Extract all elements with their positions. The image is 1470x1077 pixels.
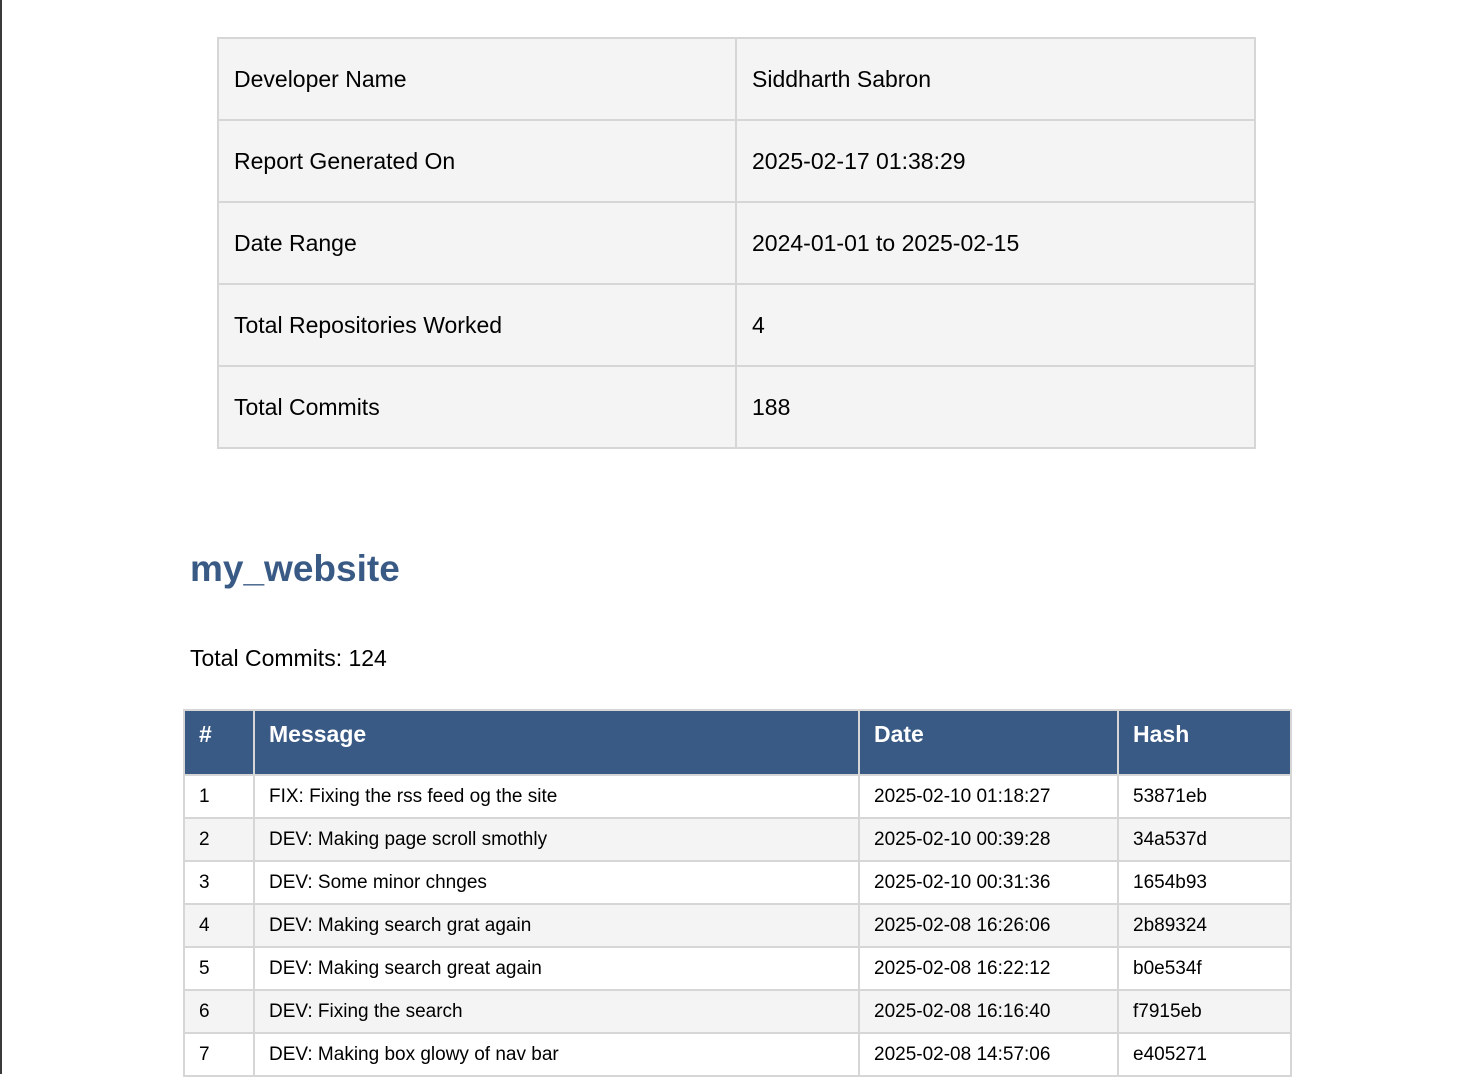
commit-hash: e405271 <box>1117 1032 1292 1077</box>
table-row: 5 DEV: Making search great again 2025-02… <box>183 946 1292 991</box>
commit-date: 2025-02-08 16:16:40 <box>858 989 1119 1034</box>
summary-value: Siddharth Sabron <box>735 37 1256 121</box>
commit-number: 2 <box>183 817 255 862</box>
column-header-message: Message <box>253 709 860 776</box>
summary-row-repositories: Total Repositories Worked 4 <box>217 283 1256 367</box>
commit-hash: 2b89324 <box>1117 903 1292 948</box>
commit-number: 5 <box>183 946 255 991</box>
summary-row-date-range: Date Range 2024-01-01 to 2025-02-15 <box>217 201 1256 285</box>
commit-hash: 34a537d <box>1117 817 1292 862</box>
column-header-number: # <box>183 709 255 776</box>
commit-hash: f7915eb <box>1117 989 1292 1034</box>
summary-row-developer: Developer Name Siddharth Sabron <box>217 37 1256 121</box>
repository-total-commits: Total Commits: 124 <box>190 645 387 671</box>
commit-message: DEV: Fixing the search <box>253 989 860 1034</box>
commit-number: 7 <box>183 1032 255 1077</box>
table-row: 3 DEV: Some minor chnges 2025-02-10 00:3… <box>183 860 1292 905</box>
commit-number: 1 <box>183 774 255 819</box>
summary-label: Developer Name <box>217 37 737 121</box>
summary-value: 2024-01-01 to 2025-02-15 <box>735 201 1256 285</box>
table-row: 2 DEV: Making page scroll smothly 2025-0… <box>183 817 1292 862</box>
repository-title: my_website <box>190 548 400 589</box>
page-left-edge <box>0 0 2 1074</box>
commit-hash: 1654b93 <box>1117 860 1292 905</box>
column-header-hash: Hash <box>1117 709 1292 776</box>
commit-message: DEV: Making search great again <box>253 946 860 991</box>
commit-hash: 53871eb <box>1117 774 1292 819</box>
commit-date: 2025-02-08 14:57:06 <box>858 1032 1119 1077</box>
table-row: 7 DEV: Making box glowy of nav bar 2025-… <box>183 1032 1292 1077</box>
table-row: 6 DEV: Fixing the search 2025-02-08 16:1… <box>183 989 1292 1034</box>
summary-row-generated: Report Generated On 2025-02-17 01:38:29 <box>217 119 1256 203</box>
commit-date: 2025-02-08 16:22:12 <box>858 946 1119 991</box>
commit-date: 2025-02-10 00:31:36 <box>858 860 1119 905</box>
table-row: 1 FIX: Fixing the rss feed og the site 2… <box>183 774 1292 819</box>
summary-table: Developer Name Siddharth Sabron Report G… <box>217 37 1256 449</box>
commit-table-header: # Message Date Hash <box>183 709 1292 776</box>
summary-value: 188 <box>735 365 1256 449</box>
summary-label: Total Commits <box>217 365 737 449</box>
column-header-date: Date <box>858 709 1119 776</box>
commit-message: DEV: Making box glowy of nav bar <box>253 1032 860 1077</box>
summary-value: 4 <box>735 283 1256 367</box>
commit-date: 2025-02-10 00:39:28 <box>858 817 1119 862</box>
commit-number: 3 <box>183 860 255 905</box>
commit-date: 2025-02-08 16:26:06 <box>858 903 1119 948</box>
commit-message: DEV: Making search grat again <box>253 903 860 948</box>
commit-table: # Message Date Hash 1 FIX: Fixing the rs… <box>183 709 1292 1077</box>
summary-row-total-commits: Total Commits 188 <box>217 365 1256 449</box>
commit-number: 6 <box>183 989 255 1034</box>
commit-message: DEV: Making page scroll smothly <box>253 817 860 862</box>
commit-message: FIX: Fixing the rss feed og the site <box>253 774 860 819</box>
commit-hash: b0e534f <box>1117 946 1292 991</box>
commit-date: 2025-02-10 01:18:27 <box>858 774 1119 819</box>
commit-number: 4 <box>183 903 255 948</box>
summary-label: Date Range <box>217 201 737 285</box>
summary-label: Total Repositories Worked <box>217 283 737 367</box>
summary-value: 2025-02-17 01:38:29 <box>735 119 1256 203</box>
table-row: 4 DEV: Making search grat again 2025-02-… <box>183 903 1292 948</box>
commit-message: DEV: Some minor chnges <box>253 860 860 905</box>
summary-label: Report Generated On <box>217 119 737 203</box>
